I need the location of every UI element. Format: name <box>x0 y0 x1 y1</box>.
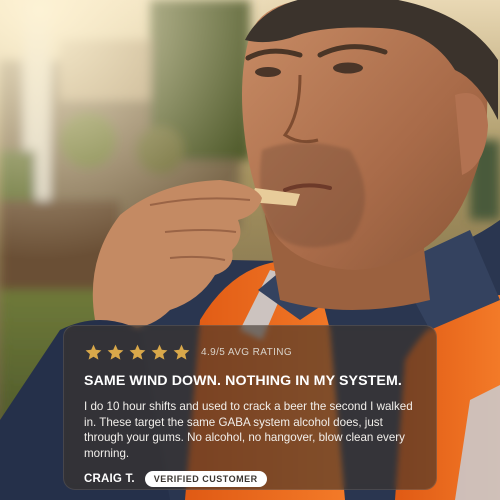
verified-customer-badge: VERIFIED CUSTOMER <box>144 471 267 488</box>
reviewer-name: CRAIG T. <box>84 473 135 486</box>
star-icon <box>151 344 168 360</box>
star-icon <box>173 344 190 360</box>
review-headline: SAME WIND DOWN. NOTHING IN MY SYSTEM. <box>84 373 402 389</box>
review-body: I do 10 hour shifts and used to crack a … <box>84 400 413 460</box>
star-rating <box>84 343 191 362</box>
review-card: 4.9/5 AVG RATING SAME WIND DOWN. NOTHING… <box>63 325 437 490</box>
rating-row: 4.9/5 AVG RATING <box>84 342 416 362</box>
review-footer: CRAIG T. VERIFIED CUSTOMER <box>84 471 416 488</box>
star-icon <box>129 344 146 360</box>
average-rating-label: 4.9/5 AVG RATING <box>201 347 293 358</box>
star-icon <box>85 344 102 360</box>
star-icon <box>107 344 124 360</box>
